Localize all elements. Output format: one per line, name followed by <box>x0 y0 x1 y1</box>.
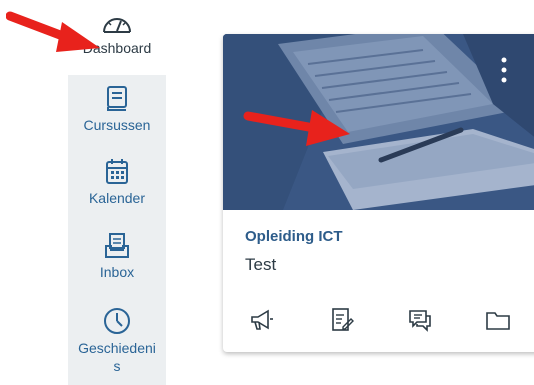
sidebar-item-kalender[interactable]: Kalender <box>68 158 166 207</box>
calendar-icon <box>106 159 128 184</box>
sidebar-item-cursussen[interactable]: Cursussen <box>68 85 166 134</box>
course-card[interactable]: Opleiding ICT Test <box>223 34 534 352</box>
announcement-icon[interactable] <box>249 307 275 333</box>
book-icon <box>107 86 127 111</box>
annotation-arrow-card <box>243 110 350 146</box>
sidebar-item-label: Geschiedeni s <box>78 340 156 374</box>
sidebar-item-geschiedenis[interactable]: Geschiedeni s <box>68 306 166 375</box>
course-card-actions <box>245 307 525 333</box>
sidebar-item-label: Kalender <box>88 190 146 206</box>
sidebar-item-label: Cursussen <box>83 117 151 133</box>
discussion-icon[interactable] <box>407 307 433 333</box>
folder-icon[interactable] <box>485 307 511 333</box>
course-subtitle: Test <box>245 255 277 274</box>
course-title[interactable]: Opleiding ICT <box>245 228 343 245</box>
assignment-icon[interactable] <box>329 307 355 333</box>
inbox-icon <box>105 233 129 258</box>
sidebar-item-inbox[interactable]: Inbox <box>68 232 166 281</box>
clock-icon <box>104 308 130 334</box>
more-vertical-icon[interactable] <box>499 56 509 86</box>
annotation-arrow-dashboard <box>6 11 100 52</box>
sidebar-item-label: Inbox <box>99 264 135 280</box>
page: Dashboard Cursussen Kalender Inbox Gesch… <box>0 0 534 385</box>
